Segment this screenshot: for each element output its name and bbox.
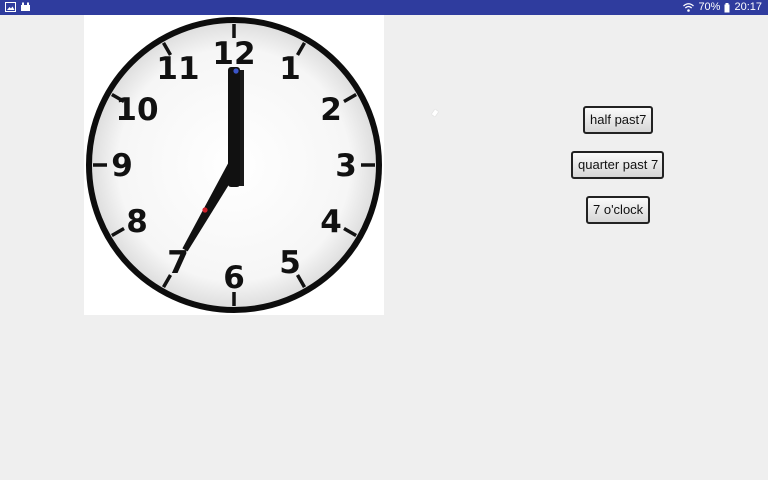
clock-number-2: 2 <box>320 92 342 128</box>
wifi-icon <box>683 3 695 12</box>
clock-number-3: 3 <box>335 148 357 184</box>
clock-number-11: 11 <box>156 51 199 87</box>
status-time: 20:17 <box>734 1 762 13</box>
quarter-past-seven-button[interactable]: quarter past 7 <box>571 151 664 179</box>
status-left-icons <box>5 2 31 12</box>
clock-number-5: 5 <box>279 245 301 281</box>
half-past-seven-button[interactable]: half past7 <box>583 106 653 134</box>
battery-icon <box>724 2 730 12</box>
clock-number-6: 6 <box>223 260 245 296</box>
app-icon <box>21 2 30 11</box>
minute-hand <box>228 67 240 187</box>
seven-oclock-button[interactable]: 7 o'clock <box>586 196 650 224</box>
analog-clock: 12 12 3 45678 9 10 11 <box>86 17 382 313</box>
clock-number-1: 1 <box>279 51 301 87</box>
hour-hand-tip-dot <box>202 207 208 213</box>
gallery-icon <box>5 2 16 12</box>
status-bar: 70% 20:17 <box>0 0 768 15</box>
touch-cursor <box>431 109 439 117</box>
clock-number-12: 12 <box>212 36 255 72</box>
minute-hand-tip-dot <box>233 68 239 74</box>
clock-number-7: 7 <box>167 245 189 281</box>
clock-number-8: 8 <box>126 204 148 240</box>
clock-image: 12 1 2 3 4 5 6 7 8 9 10 11 <box>84 15 384 315</box>
clock-number-9: 9 <box>111 148 133 184</box>
clock-number-4: 4 <box>320 204 342 240</box>
status-right-group: 70% 20:17 <box>683 1 762 14</box>
clock-number-10: 10 <box>115 92 158 128</box>
battery-percent: 70% <box>698 1 721 13</box>
